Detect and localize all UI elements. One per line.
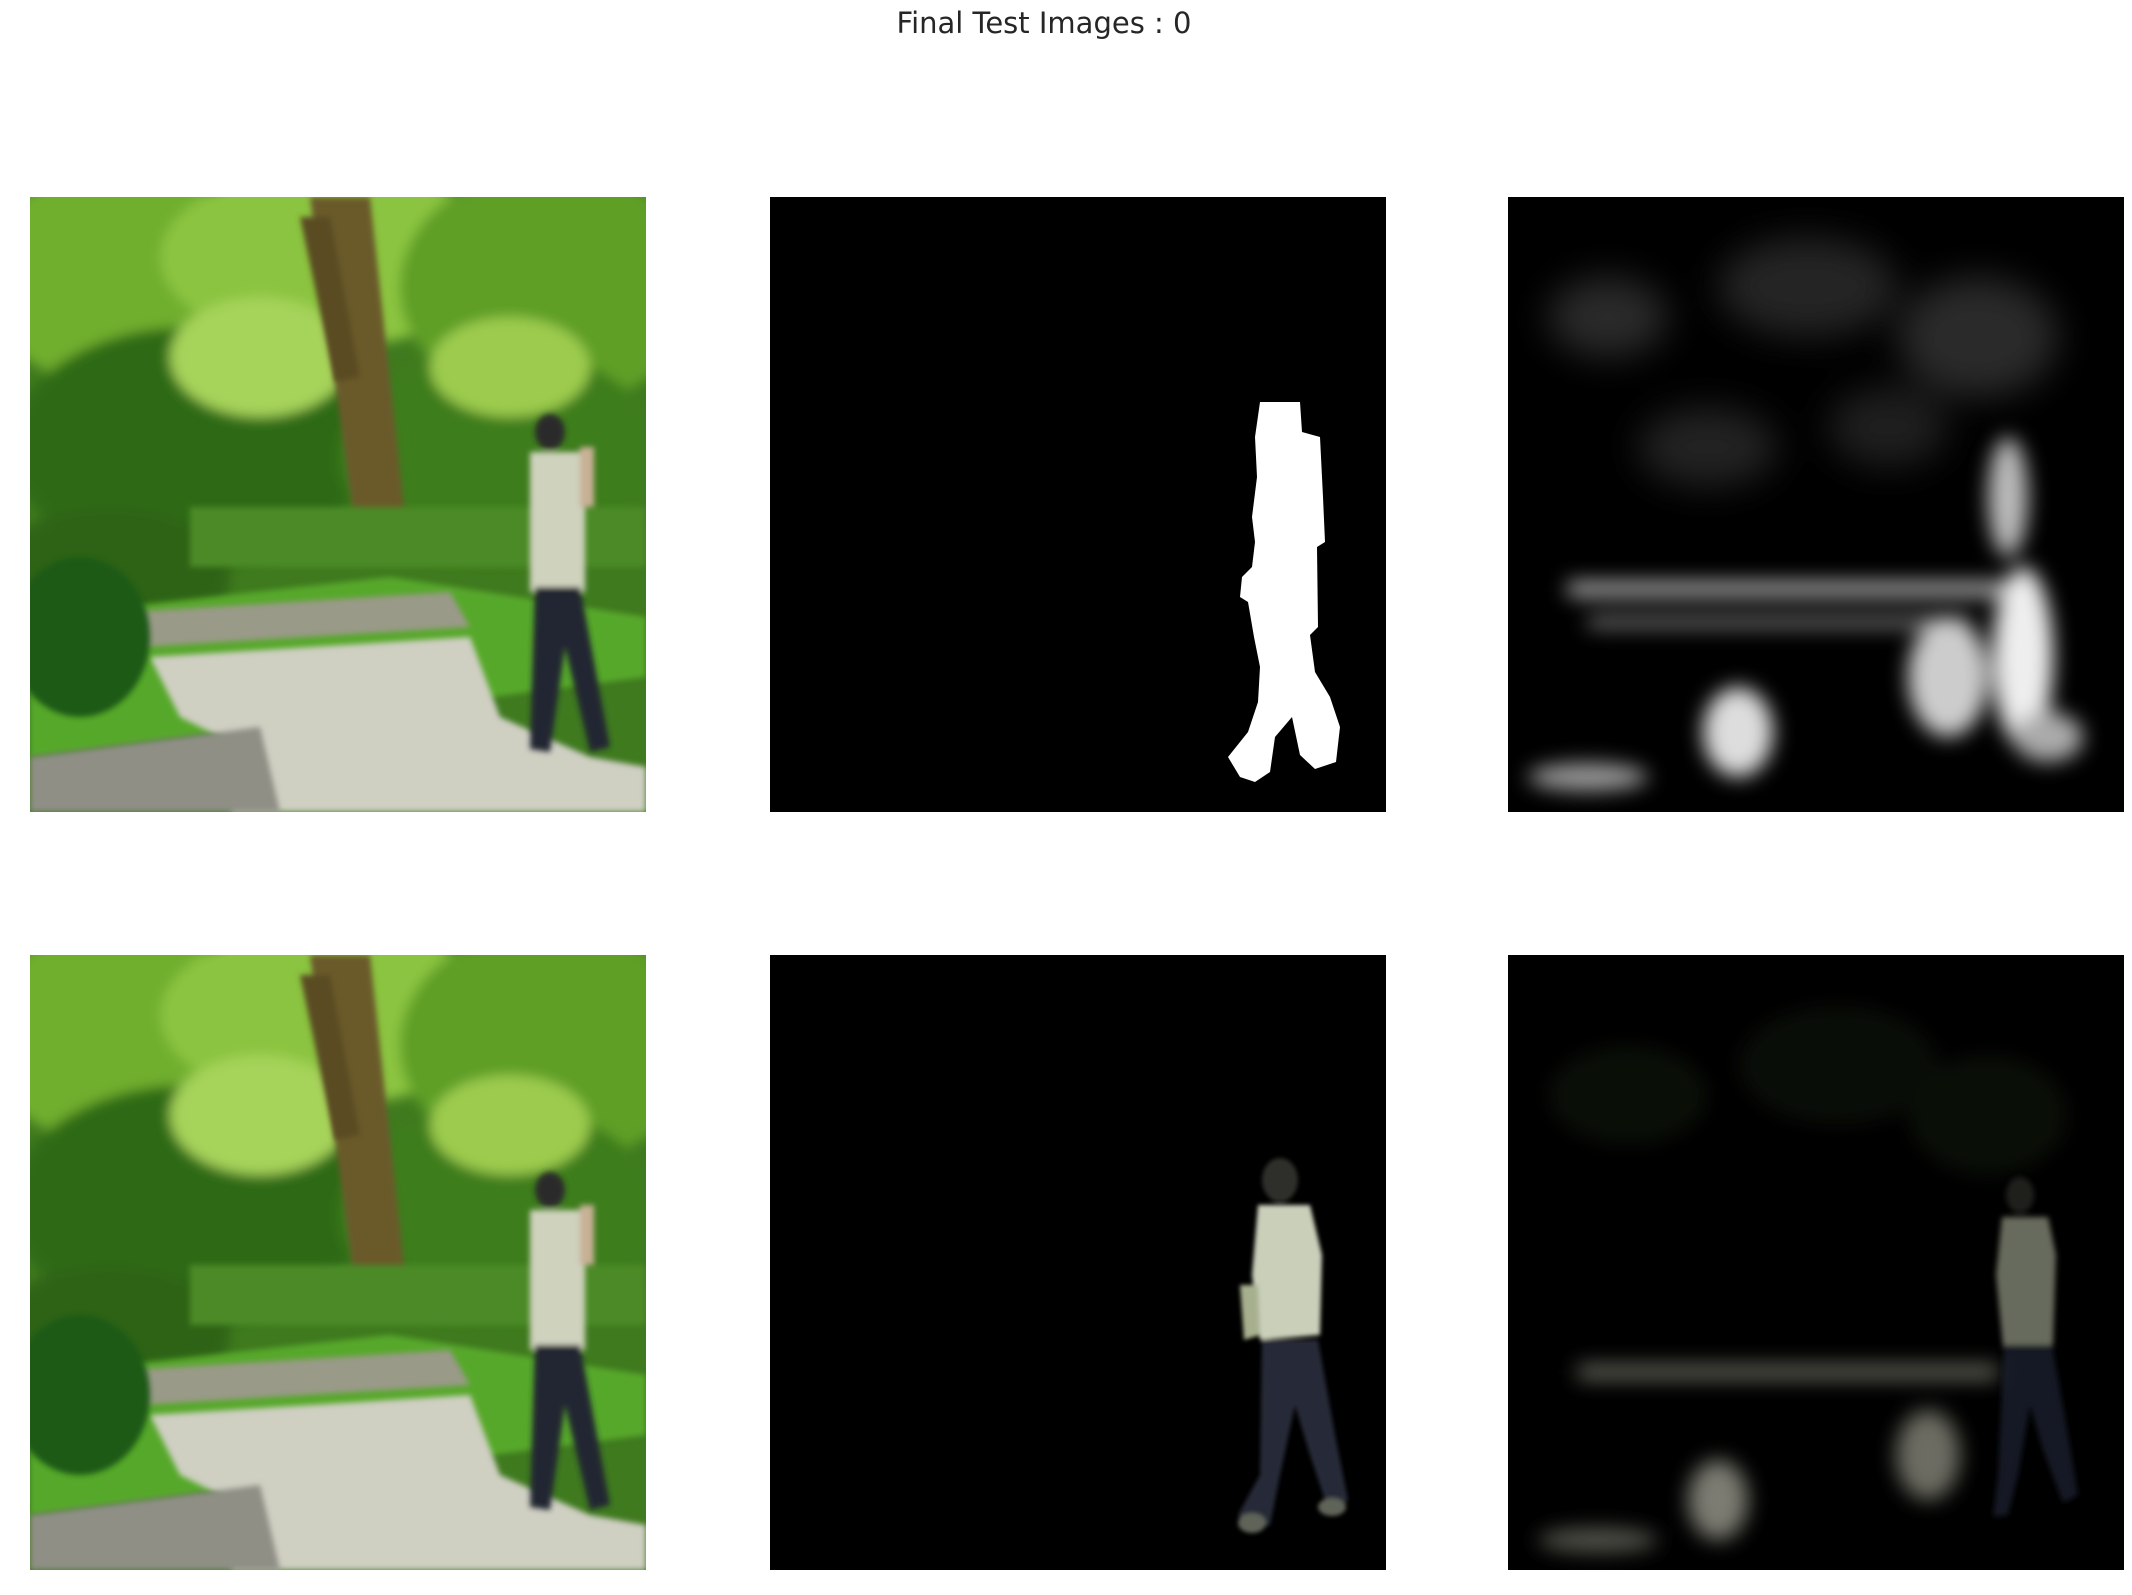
ground-truth-mask-row1 xyxy=(770,197,1386,812)
park-scene-image xyxy=(30,197,646,812)
grayscale-prediction xyxy=(1508,197,2124,812)
input-image-row2 xyxy=(30,955,646,1570)
prediction-weighted-image xyxy=(1508,955,2124,1570)
binary-person-mask xyxy=(770,197,1386,812)
figure-title: Final Test Images : 0 xyxy=(896,6,1192,40)
masked-person-cutout xyxy=(770,955,1386,1570)
predicted-mask-row1 xyxy=(1508,197,2124,812)
input-image-row1 xyxy=(30,197,646,812)
park-scene-image xyxy=(30,955,646,1570)
masked-image-ground-truth-row2 xyxy=(770,955,1386,1570)
masked-image-prediction-row2 xyxy=(1508,955,2124,1570)
